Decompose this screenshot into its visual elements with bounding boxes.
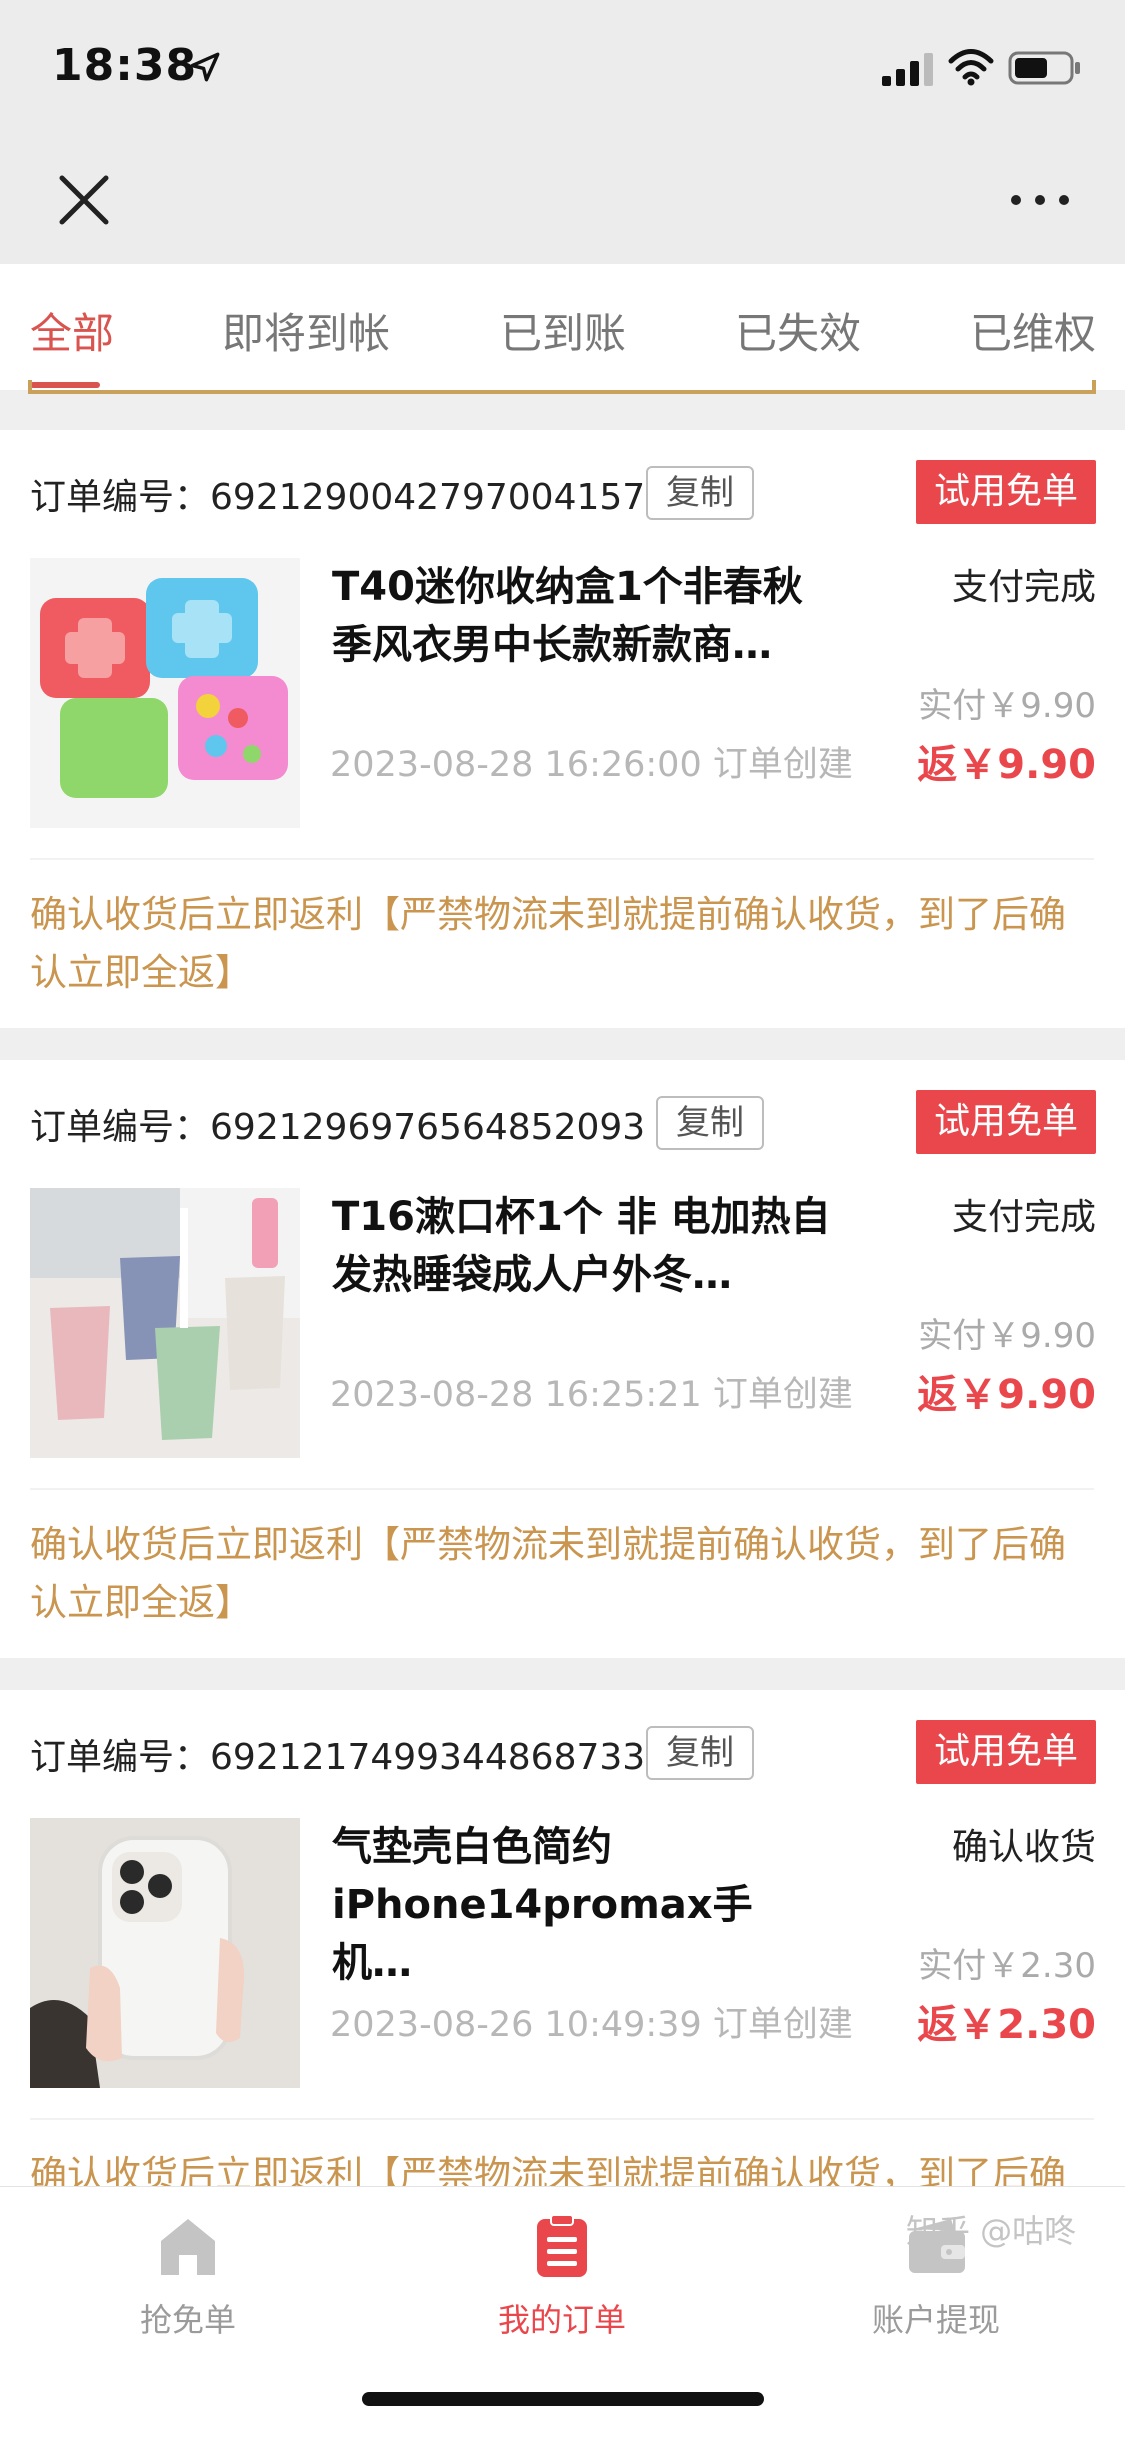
home-icon [161,2219,215,2275]
product-image[interactable] [30,1818,300,2088]
signal-icon [882,53,933,86]
order-tabs: 全部 即将到帐 已到账 已失效 已维权 [0,264,1125,391]
copy-button[interactable]: 复制 [646,466,754,520]
trial-free-badge: 试用免单 [916,460,1096,524]
divider [30,858,1094,860]
paid-amount: 实付￥2.30 [918,1946,1096,1986]
bottom-tab-label: 我的订单 [497,2301,626,2339]
divider [30,1488,1094,1490]
created-time: 2023-08-28 16:25:21 订单创建 [330,1375,853,1415]
order-number: 订单编号：6921296976564852093 [30,1098,645,1150]
tab-all[interactable]: 全部 [30,300,114,361]
rebate-note: 确认收货后立即返利【严禁物流未到就提前确认收货，到了后确认立即全返】 [30,2153,1066,2186]
wifi-icon [948,49,994,86]
created-time: 2023-08-26 10:49:39 订单创建 [330,2005,853,2045]
tab-arrived[interactable]: 已到账 [500,300,626,361]
watermark: 知乎 @咕咚 [906,2212,1077,2250]
paid-amount: 实付￥9.90 [918,686,1096,726]
paid-amount: 实付￥9.90 [918,1316,1096,1356]
close-icon[interactable] [56,172,112,228]
home-indicator[interactable] [362,2392,764,2406]
order-number-label: 订单编号： [30,477,211,518]
battery-icon [1008,51,1080,85]
status-time: 18:38 [52,40,198,91]
tab-disputed[interactable]: 已维权 [970,300,1096,361]
rebate-note: 确认收货后立即返利【严禁物流未到就提前确认收货，到了后确认立即全返】 [30,893,1066,994]
trial-free-badge: 试用免单 [916,1720,1096,1784]
product-title[interactable]: T16漱口杯1个 非 电加热自发热睡袋成人户外冬… [332,1188,832,1304]
product-image[interactable] [30,1188,300,1458]
product-title[interactable]: T40迷你收纳盒1个非春秋季风衣男中长款新款商… [332,558,832,674]
copy-button[interactable]: 复制 [656,1096,764,1150]
order-status: 确认收货 [951,1827,1096,1868]
refund-amount: 返￥2.30 [917,2002,1096,2048]
order-card: 订单编号：6921296976564852093 复制 试用免单 T16漱口杯1… [0,1060,1125,1658]
bottom-tab-free[interactable]: 抢免单 [68,2211,308,2341]
refund-amount: 返￥9.90 [917,1372,1096,1418]
order-status: 支付完成 [951,567,1096,608]
order-number-label: 订单编号： [30,1107,211,1148]
order-number-value: 6921290042797004157 [210,477,646,518]
divider [30,2118,1094,2120]
tab-expired[interactable]: 已失效 [735,300,861,361]
status-bar: 18:38 [0,0,1125,132]
trial-free-badge: 试用免单 [916,1090,1096,1154]
bottom-tab-label: 抢免单 [139,2301,236,2339]
nav-bar [0,132,1125,264]
order-number-value: 6921217499344868733 [210,1737,646,1778]
order-number: 订单编号：6921217499344868733 [30,1728,645,1780]
rebate-note: 确认收货后立即返利【严禁物流未到就提前确认收货，到了后确认立即全返】 [30,1523,1066,1624]
location-arrow-icon [190,52,220,82]
copy-button[interactable]: 复制 [646,1726,754,1780]
order-number: 订单编号：6921290042797004157 [30,468,645,520]
order-status: 支付完成 [951,1197,1096,1238]
product-image[interactable] [30,558,300,828]
created-time: 2023-08-28 16:26:00 订单创建 [330,745,853,785]
order-card: 订单编号：6921290042797004157 复制 试用免单 T40迷你收纳… [0,430,1125,1028]
order-list-icon [537,2214,587,2277]
more-icon[interactable] [1008,190,1072,210]
bottom-tab-label: 账户提现 [871,2301,1000,2339]
tab-pending[interactable]: 即将到帐 [222,300,390,361]
tab-active-indicator [30,382,100,388]
order-card: 订单编号：6921217499344868733 复制 试用免单 气垫壳白色简约… [0,1690,1125,2186]
order-number-label: 订单编号： [30,1737,211,1778]
divider [30,390,1094,394]
refund-amount: 返￥9.90 [917,742,1096,788]
order-number-value: 6921296976564852093 [210,1107,646,1148]
bottom-tab-orders[interactable]: 我的订单 [442,2211,682,2341]
product-title[interactable]: 气垫壳白色简约iPhone14promax手机… [332,1818,832,1992]
